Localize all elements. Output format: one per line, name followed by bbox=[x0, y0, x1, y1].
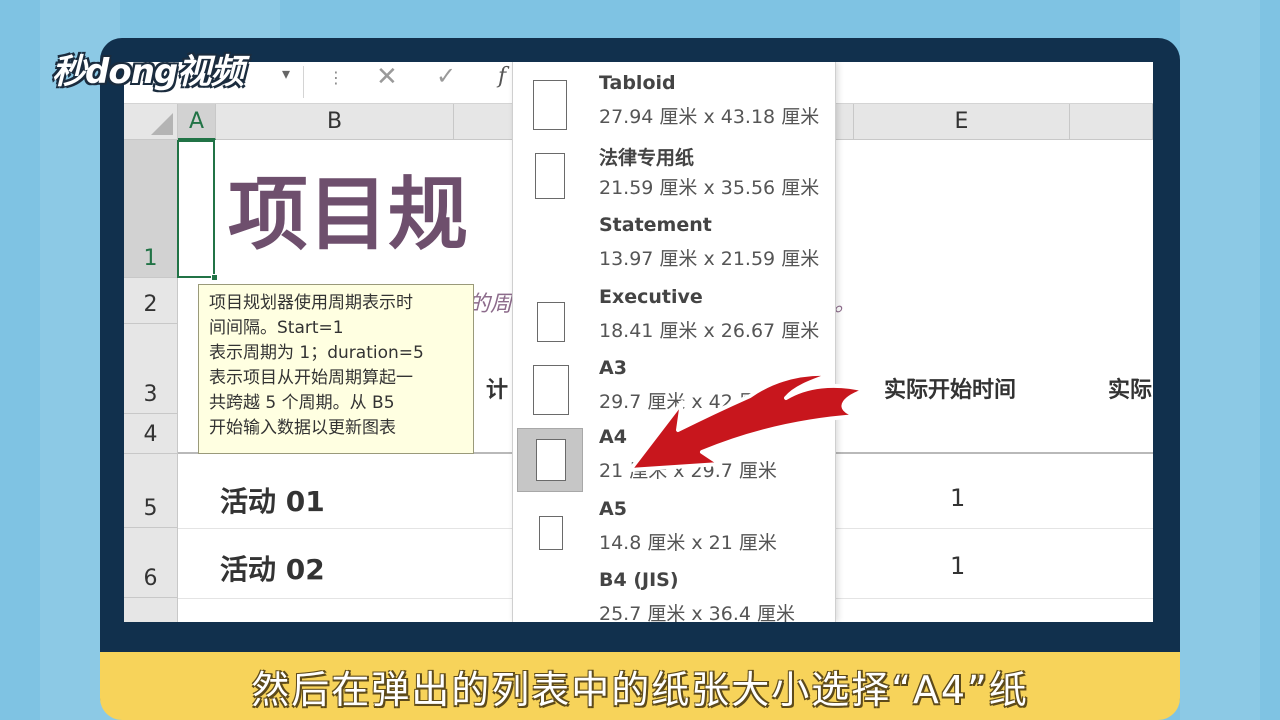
row-header-2[interactable]: 2 bbox=[124, 278, 178, 324]
cell-comment-tooltip: 项目规划器使用周期表示时 间间隔。Start=1 表示周期为 1；duratio… bbox=[198, 284, 474, 454]
paper-size-dimensions: 27.94 厘米 x 43.18 厘米 bbox=[599, 106, 820, 128]
activity-value[interactable]: 1 bbox=[950, 484, 965, 512]
more-icon: ⋮ bbox=[328, 68, 344, 87]
page-thumbnail-icon bbox=[537, 302, 565, 342]
table-header-actual-start: 实际开始时间 bbox=[884, 378, 1017, 403]
paper-size-option-tabloid[interactable]: Tabloid 27.94 厘米 x 43.18 厘米 bbox=[513, 70, 835, 141]
page-thumbnail-icon bbox=[536, 439, 566, 481]
sheet-title: 项目规 bbox=[228, 168, 468, 261]
activity-name[interactable]: 活动 02 bbox=[220, 548, 325, 588]
row-header-1[interactable]: 1 bbox=[124, 140, 178, 278]
tooltip-line: 开始输入数据以更新图表 bbox=[209, 418, 396, 438]
caption-bar: 然后在弹出的列表中的纸张大小选择“A4”纸 bbox=[100, 652, 1180, 720]
sheet-subtitle-fragment: 。 bbox=[834, 292, 857, 317]
column-header-b[interactable]: B bbox=[216, 104, 454, 140]
paper-size-name: 法律专用纸 bbox=[599, 147, 695, 169]
paper-size-dimensions: 14.8 厘米 x 21 厘米 bbox=[599, 532, 777, 554]
paper-size-dimensions: 18.41 厘米 x 26.67 厘米 bbox=[599, 320, 820, 342]
activity-name[interactable]: 活动 01 bbox=[220, 480, 325, 520]
tooltip-line: 间间隔。Start=1 bbox=[209, 318, 344, 338]
page-thumbnail-icon bbox=[533, 80, 567, 130]
paper-size-name: Tabloid bbox=[599, 72, 676, 94]
row-header-3[interactable]: 3 bbox=[124, 324, 178, 414]
paper-size-option-a5[interactable]: A5 14.8 厘米 x 21 厘米 bbox=[513, 496, 835, 567]
column-header-a[interactable]: A bbox=[178, 104, 216, 140]
selected-cell-a1[interactable] bbox=[177, 140, 218, 281]
table-header-fragment: 计 bbox=[486, 378, 509, 403]
row-header-7[interactable] bbox=[124, 598, 178, 622]
paper-size-option-legal[interactable]: 法律专用纸 21.59 厘米 x 35.56 厘米 bbox=[513, 141, 835, 212]
pointer-arrow-icon bbox=[628, 372, 868, 472]
function-icon[interactable]: f bbox=[498, 64, 506, 89]
paper-size-name: Statement bbox=[599, 214, 712, 236]
column-header-f[interactable] bbox=[1070, 104, 1153, 140]
page-thumbnail-icon bbox=[539, 516, 563, 550]
paper-size-dimensions: 13.97 厘米 x 21.59 厘米 bbox=[599, 248, 820, 270]
paper-size-dimensions: 25.7 厘米 x 36.4 厘米 bbox=[599, 603, 796, 622]
column-header-e[interactable]: E bbox=[854, 104, 1070, 140]
caption-text: 然后在弹出的列表中的纸张大小选择“A4”纸 bbox=[251, 667, 1029, 712]
paper-size-option-statement[interactable]: Statement 13.97 厘米 x 21.59 厘米 bbox=[513, 212, 835, 283]
paper-size-option-b4-jis[interactable]: B4 (JIS) 25.7 厘米 x 36.4 厘米 bbox=[513, 567, 835, 622]
select-all-corner[interactable] bbox=[124, 104, 178, 140]
tooltip-line: 共跨越 5 个周期。从 B5 bbox=[209, 393, 395, 413]
row-header-5[interactable]: 5 bbox=[124, 454, 178, 528]
paper-size-name: Executive bbox=[599, 286, 703, 308]
confirm-icon[interactable]: ✓ bbox=[436, 62, 456, 90]
chevron-down-icon[interactable]: ▾ bbox=[282, 64, 290, 83]
tooltip-line: 表示项目从开始周期算起一 bbox=[209, 368, 413, 388]
paper-size-name: B4 (JIS) bbox=[599, 569, 679, 591]
logo: 秒dong视频 bbox=[52, 52, 244, 92]
paper-size-dimensions: 21.59 厘米 x 35.56 厘米 bbox=[599, 177, 820, 199]
page-thumbnail-icon bbox=[535, 153, 565, 199]
tooltip-line: 表示周期为 1；duration=5 bbox=[209, 343, 424, 363]
table-header-actual-fragment: 实际 bbox=[1108, 378, 1153, 403]
cancel-icon[interactable]: ✕ bbox=[376, 62, 398, 92]
background-stripe bbox=[1180, 0, 1260, 720]
tooltip-line: 项目规划器使用周期表示时 bbox=[209, 293, 413, 313]
row-header-6[interactable]: 6 bbox=[124, 528, 178, 598]
fill-handle[interactable] bbox=[211, 274, 218, 281]
paper-size-option-executive[interactable]: Executive 18.41 厘米 x 26.67 厘米 bbox=[513, 284, 835, 355]
row-header-4[interactable]: 4 bbox=[124, 414, 178, 454]
spreadsheet-screen: ▾ ⋮ ✕ ✓ f A B E 1 2 3 4 5 6 项目规 的周 。 计 实… bbox=[124, 62, 1153, 622]
page-thumbnail-icon bbox=[533, 365, 569, 415]
paper-size-dropdown: Tabloid 27.94 厘米 x 43.18 厘米 法律专用纸 21.59 … bbox=[512, 62, 836, 622]
sheet-subtitle-fragment: 的周 bbox=[468, 292, 513, 317]
activity-value[interactable]: 1 bbox=[950, 552, 965, 580]
